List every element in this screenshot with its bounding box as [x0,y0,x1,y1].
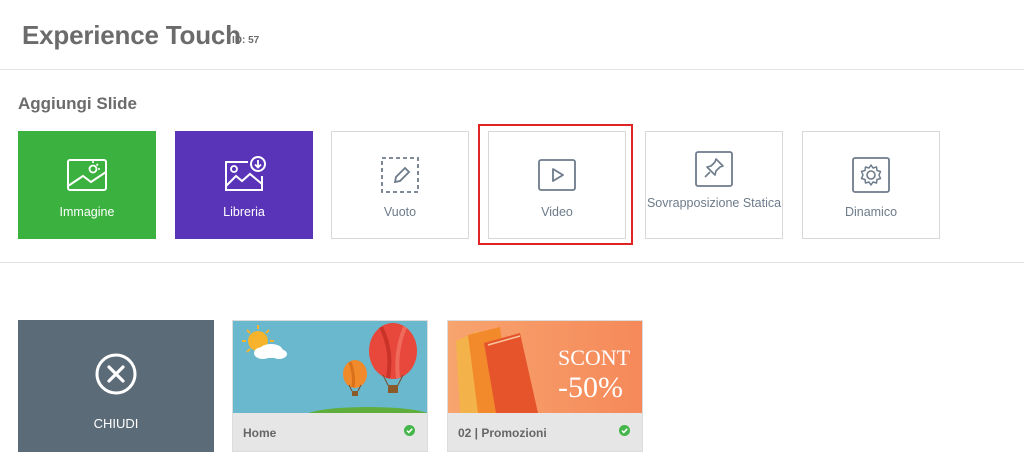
page-header: Experience Touch ID: 57 [0,0,1024,70]
page-title: Experience Touch [22,20,241,50]
slide-name: 02 | Promozioni [458,426,547,440]
slide-thumbnail [233,321,427,413]
pin-icon [695,151,733,187]
tile-label: Video [541,205,573,219]
tile-label: Dinamico [844,205,898,219]
promo-text-1: SCONT [558,345,631,370]
add-slide-title: Aggiungi Slide [18,94,137,113]
check-icon [619,425,630,436]
slide-name: Home [243,426,277,440]
slide-card-promozioni[interactable]: SCONT -50% 02 | Promozioni [447,320,643,452]
image-icon [67,159,107,191]
section-divider [0,262,1024,263]
add-image-slide-button[interactable]: Immagine [18,131,156,239]
slide-card-home[interactable]: Home [232,320,428,452]
close-icon [95,353,137,395]
close-slide-button[interactable]: CHIUDI [18,320,214,452]
page-id-label: ID: 57 [232,35,260,46]
empty-icon [381,157,419,193]
add-empty-slide-button[interactable]: Vuoto [331,131,469,239]
add-dynamic-slide-button[interactable]: Dinamico [802,131,940,239]
tile-label: Libreria [223,205,265,219]
tile-label: Vuoto [383,205,417,219]
slide-thumbnail: SCONT -50% [448,321,642,413]
add-library-slide-button[interactable]: Libreria [175,131,313,239]
add-video-slide-button[interactable]: Video [488,131,626,239]
library-icon [225,156,266,191]
tile-label: Immagine [59,205,115,219]
slide-card-footer: 02 | Promozioni [448,413,642,451]
video-icon [538,159,576,191]
close-label: CHIUDI [93,416,139,431]
slide-card-footer: Home [233,413,427,451]
add-static-overlay-slide-button[interactable]: Sovrapposizione Statica [645,131,783,239]
check-icon [404,425,415,436]
gear-icon [852,157,890,193]
promo-text-2: -50% [558,371,623,404]
tile-label: Sovrapposizione Statica [646,196,782,210]
